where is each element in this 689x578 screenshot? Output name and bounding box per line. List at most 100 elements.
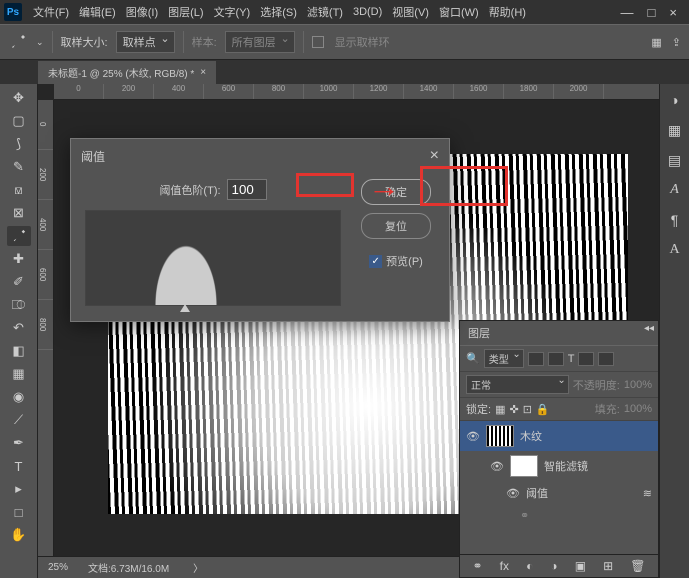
- layer-item[interactable]: 👁 阈值 ≋: [460, 481, 658, 505]
- hand-tool[interactable]: ✋: [7, 525, 31, 545]
- layer-style-icon[interactable]: fx: [500, 559, 509, 573]
- maximize-button[interactable]: □: [648, 5, 656, 20]
- link-layers-icon[interactable]: ⚭: [473, 559, 483, 573]
- layer-name[interactable]: 木纹: [520, 428, 542, 444]
- color-panel-icon[interactable]: ◑: [665, 90, 685, 110]
- quick-select-tool[interactable]: ✎: [7, 157, 31, 177]
- fill-value[interactable]: 100%: [624, 403, 652, 415]
- libraries-panel-icon[interactable]: ▤: [665, 150, 685, 170]
- opacity-label: 不透明度:: [573, 377, 620, 393]
- document-tab[interactable]: 未标题-1 @ 25% (木纹, RGB/8) * ×: [38, 61, 216, 84]
- adjustment-layer-icon[interactable]: ◑: [550, 559, 557, 573]
- panel-collapse-icon[interactable]: ◂◂: [644, 323, 654, 334]
- lock-all-icon[interactable]: 🔒: [536, 403, 550, 416]
- stamp-tool[interactable]: ⎄: [7, 295, 31, 315]
- reset-button[interactable]: 复位: [361, 213, 431, 239]
- slider-thumb-icon[interactable]: [180, 304, 190, 312]
- document-tab-title: 未标题-1 @ 25% (木纹, RGB/8) *: [48, 65, 194, 80]
- share-icon[interactable]: ⇪: [672, 36, 681, 49]
- document-tab-bar: 未标题-1 @ 25% (木纹, RGB/8) * ×: [0, 60, 689, 84]
- filter-smart-icon[interactable]: [598, 352, 614, 366]
- brush-tool[interactable]: ✐: [7, 272, 31, 292]
- gradient-tool[interactable]: ▦: [7, 364, 31, 384]
- filter-type-icon[interactable]: T: [568, 353, 575, 365]
- menu-filter[interactable]: 滤镜(T): [302, 4, 348, 20]
- ok-button[interactable]: 确定: [361, 179, 431, 205]
- menu-file[interactable]: 文件(F): [28, 4, 74, 20]
- grid-icon[interactable]: ▦: [651, 36, 661, 49]
- minimize-button[interactable]: —: [621, 5, 634, 20]
- filter-shape-icon[interactable]: [578, 352, 594, 366]
- menu-view[interactable]: 视图(V): [387, 4, 434, 20]
- visibility-icon[interactable]: 👁: [466, 430, 480, 443]
- paragraph-panel-icon[interactable]: ¶: [665, 210, 685, 230]
- lock-artboard-icon[interactable]: ⊡: [523, 403, 532, 416]
- lock-pixels-icon[interactable]: ▦: [495, 403, 505, 416]
- menu-help[interactable]: 帮助(H): [484, 4, 531, 20]
- crop-tool[interactable]: ⟏: [7, 180, 31, 200]
- healing-tool[interactable]: ✚: [7, 249, 31, 269]
- blend-mode-dropdown[interactable]: 正常: [466, 375, 569, 394]
- link-icon[interactable]: ⚭: [520, 509, 529, 522]
- show-ring-label: 显示取样环: [335, 34, 390, 50]
- swatches-panel-icon[interactable]: ▦: [665, 120, 685, 140]
- document-tab-close[interactable]: ×: [200, 67, 206, 78]
- close-window-button[interactable]: ×: [669, 5, 677, 20]
- dialog-close-button[interactable]: ×: [430, 147, 439, 165]
- lock-position-icon[interactable]: ✜: [509, 403, 518, 416]
- menu-type[interactable]: 文字(Y): [209, 4, 256, 20]
- rectangle-tool[interactable]: □: [7, 502, 31, 522]
- right-dock: ◑ ▦ ▤ A ¶ A: [659, 84, 689, 578]
- ruler-vertical: 0200400600800: [38, 100, 54, 578]
- marquee-tool[interactable]: ▢: [7, 111, 31, 131]
- show-ring-checkbox[interactable]: [312, 36, 324, 48]
- menu-layer[interactable]: 图层(L): [163, 4, 208, 20]
- chevron-down-icon[interactable]: ⌄: [36, 37, 44, 48]
- adjustments-panel-icon[interactable]: A: [665, 180, 685, 200]
- filter-kind-dropdown[interactable]: 类型: [484, 349, 524, 368]
- filter-adjust-icon[interactable]: [548, 352, 564, 366]
- menu-select[interactable]: 选择(S): [255, 4, 302, 20]
- layers-tab[interactable]: 图层: [460, 321, 658, 346]
- pen-tool[interactable]: ✒: [7, 433, 31, 453]
- new-layer-icon[interactable]: ⊞: [603, 559, 613, 573]
- layer-item[interactable]: 👁 智能滤镜: [460, 451, 658, 481]
- filter-edit-icon[interactable]: ≋: [643, 487, 652, 500]
- lasso-tool[interactable]: ⟆: [7, 134, 31, 154]
- eyedropper-tool[interactable]: [7, 226, 31, 246]
- delete-layer-icon[interactable]: 🗑: [630, 559, 645, 573]
- sample-size-dropdown[interactable]: 取样点: [116, 31, 175, 53]
- sample-dropdown[interactable]: 所有图层: [225, 31, 295, 53]
- opacity-value[interactable]: 100%: [624, 379, 652, 391]
- threshold-level-input[interactable]: [227, 179, 267, 200]
- layer-mask-icon[interactable]: ◐: [526, 559, 533, 573]
- visibility-icon[interactable]: 👁: [490, 460, 504, 473]
- dodge-tool[interactable]: ⟋: [7, 410, 31, 430]
- menu-3d[interactable]: 3D(D): [348, 6, 387, 18]
- fill-label: 填充:: [595, 401, 620, 417]
- menu-window[interactable]: 窗口(W): [434, 4, 484, 20]
- blur-tool[interactable]: ◉: [7, 387, 31, 407]
- menu-image[interactable]: 图像(I): [121, 4, 163, 20]
- layer-name[interactable]: 阈值: [526, 485, 548, 501]
- layer-thumbnail[interactable]: [510, 455, 538, 477]
- filter-pixel-icon[interactable]: [528, 352, 544, 366]
- frame-tool[interactable]: ⊠: [7, 203, 31, 223]
- type-tool[interactable]: T: [7, 456, 31, 476]
- layer-thumbnail[interactable]: [486, 425, 514, 447]
- search-icon[interactable]: 🔍: [466, 352, 480, 365]
- threshold-slider[interactable]: [85, 306, 341, 316]
- group-icon[interactable]: ▣: [575, 559, 586, 573]
- visibility-icon[interactable]: 👁: [506, 487, 520, 500]
- character-panel-icon[interactable]: A: [665, 240, 685, 260]
- zoom-level[interactable]: 25%: [48, 562, 68, 573]
- history-brush-tool[interactable]: ↶: [7, 318, 31, 338]
- move-tool[interactable]: ✥: [7, 88, 31, 108]
- eraser-tool[interactable]: ◧: [7, 341, 31, 361]
- menu-edit[interactable]: 编辑(E): [74, 4, 121, 20]
- preview-label: 预览(P): [386, 253, 423, 269]
- layer-name[interactable]: 智能滤镜: [544, 458, 588, 474]
- layer-item[interactable]: 👁 木纹: [460, 421, 658, 451]
- preview-checkbox[interactable]: ✓: [369, 255, 382, 268]
- path-select-tool[interactable]: ▸: [7, 479, 31, 499]
